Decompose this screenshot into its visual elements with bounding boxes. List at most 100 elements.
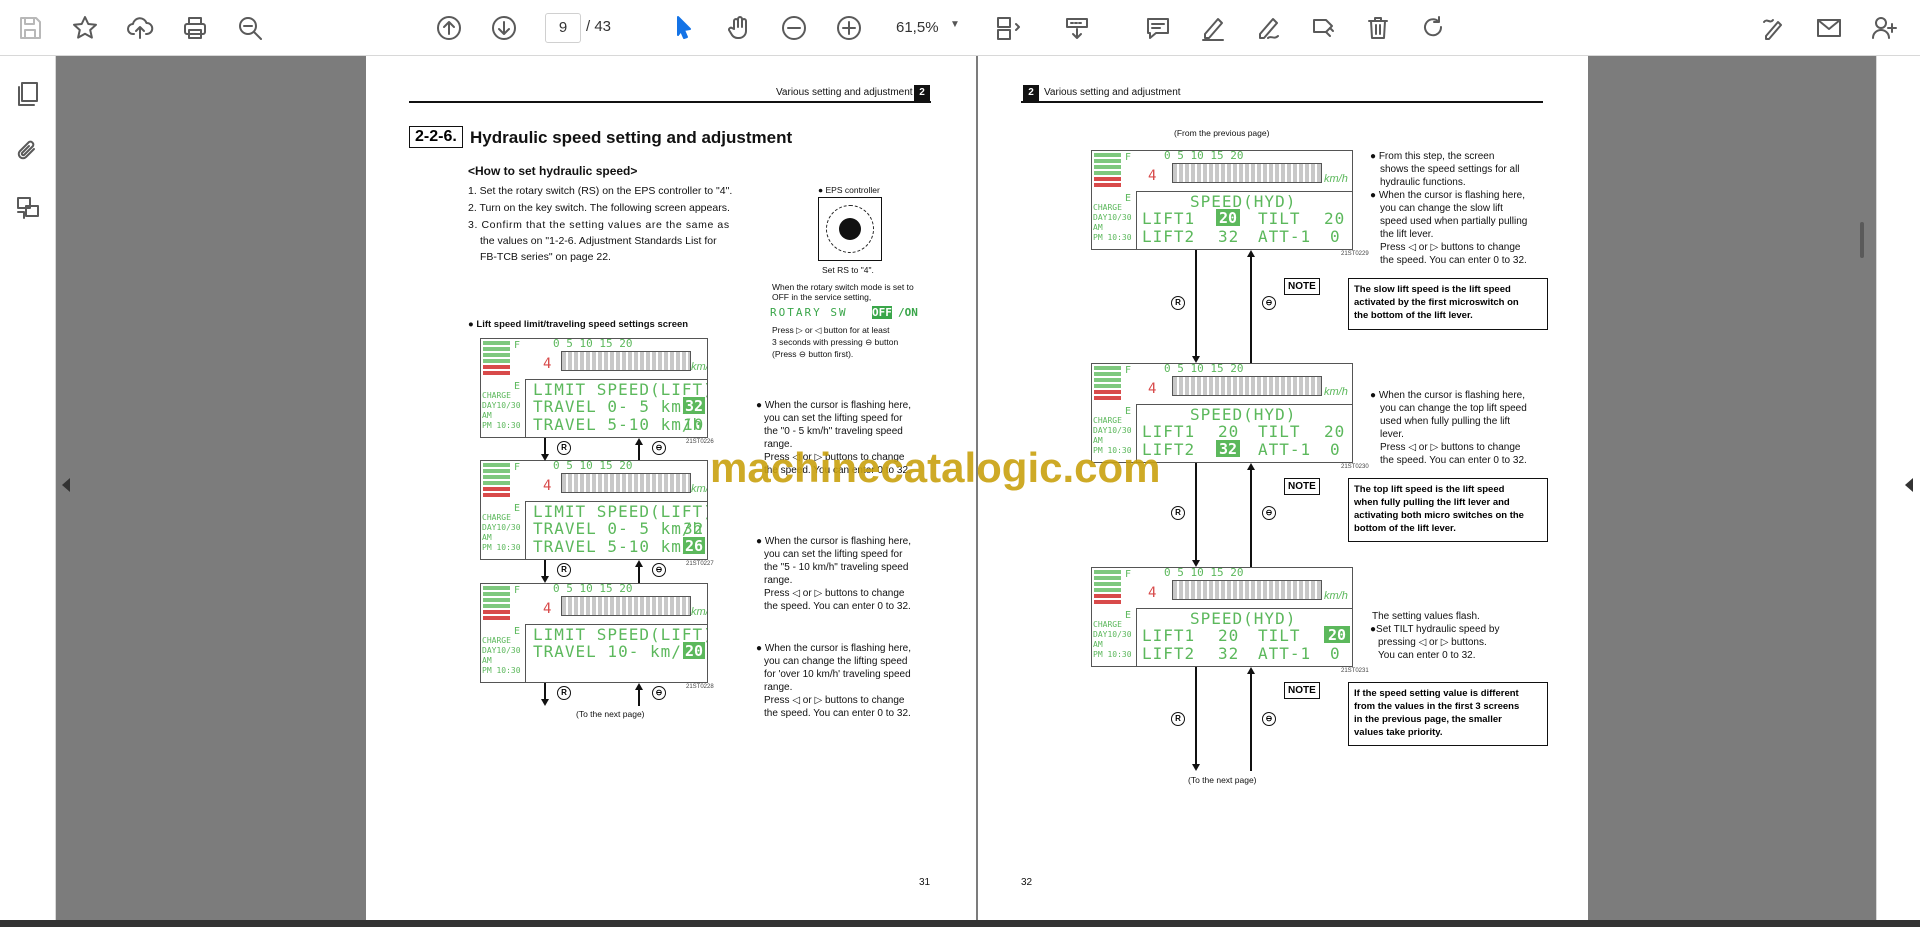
highlighted-value: 20 [1324, 626, 1350, 644]
hand-tool-icon[interactable] [721, 10, 757, 46]
r-button-icon: R [1171, 296, 1185, 310]
select-cursor-icon[interactable] [666, 10, 702, 46]
expand-right-panel-icon[interactable] [1905, 478, 1913, 492]
scroll-mode-icon[interactable] [1059, 10, 1095, 46]
header-rule [1021, 101, 1543, 103]
prev-page-icon[interactable] [431, 10, 467, 46]
chapter-badge: 2 [1023, 85, 1039, 101]
print-icon[interactable] [177, 10, 213, 46]
note-label: NOTE [1284, 682, 1320, 699]
section-number: 2-2-6. [409, 126, 463, 148]
minus-button-icon: ⊖ [1262, 712, 1276, 726]
highlighted-value: 26 [683, 537, 705, 555]
figure-code: 21ST0231 [1341, 668, 1369, 674]
rotary-sw-display: ROTARY SW [770, 306, 848, 319]
rs-caption: Set RS to "4". [822, 265, 874, 275]
lcd-hyd-screen-3: FE 0 5 10 15 20 4 km/h CHARGE DAY10/30 AM P… [1091, 567, 1353, 667]
description-block: The setting values flash. ●Set TILT hydra… [1370, 611, 1500, 661]
minus-button-icon: ⊖ [1262, 296, 1276, 310]
zoom-out-icon[interactable] [776, 10, 812, 46]
bookmark-star-icon[interactable] [67, 10, 103, 46]
page-number: 31 [919, 877, 931, 888]
press-instruction: 3 seconds with pressing ⊖ button [772, 337, 899, 347]
layers-icon[interactable] [10, 190, 46, 226]
chevron-down-icon: ▼ [950, 19, 960, 30]
note-box: The top lift speed is the lift speed when… [1348, 478, 1548, 542]
figure-code: 21ST0228 [686, 684, 714, 690]
zoom-value: 61,5% [896, 19, 939, 36]
figure-code: 21ST0227 [686, 561, 714, 567]
scrollbar-thumb[interactable] [1860, 222, 1864, 258]
running-header: Various setting and adjustment [1044, 87, 1181, 98]
delete-trash-icon[interactable] [1360, 10, 1396, 46]
rotate-redo-icon[interactable] [1415, 10, 1451, 46]
rotary-switch-diagram [818, 197, 882, 261]
r-button-icon: R [1171, 712, 1185, 726]
page-number-input[interactable]: 9 [545, 13, 581, 43]
highlighted-value: 32 [683, 397, 705, 415]
highlighted-value: 20 [1216, 209, 1240, 227]
highlighted-value: 20 [683, 642, 705, 660]
description-block: ● When the cursor is flashing here, you c… [1370, 390, 1527, 466]
minus-button-icon: ⊖ [1262, 506, 1276, 520]
minus-button-icon: ⊖ [652, 563, 666, 577]
zoom-search-icon[interactable] [232, 10, 268, 46]
rotary-off-value: OFF [872, 306, 892, 319]
figure-code: 21ST0229 [1341, 251, 1369, 257]
press-instruction: (Press ⊖ button first). [772, 349, 854, 359]
r-button-icon: R [557, 686, 571, 700]
sign-edit-icon[interactable] [1756, 10, 1792, 46]
header-rule [409, 101, 931, 103]
page-number: 32 [1021, 877, 1033, 888]
from-previous-note: (From the previous page) [1174, 128, 1270, 138]
next-page-note: (To the next page) [1188, 775, 1257, 785]
draw-pen-icon[interactable] [1250, 10, 1286, 46]
lcd-hyd-screen-1: FE 0 5 10 15 20 4 km/h CHARGE DAY10/30 AM P… [1091, 150, 1353, 250]
step-text: FB-TCB series" on page 22. [480, 251, 611, 263]
eps-label: ● EPS controller [818, 185, 880, 195]
r-button-icon: R [557, 441, 571, 455]
step-text: the values on "1-2-6. Adjustment Standar… [480, 235, 717, 247]
lcd-screen-1: FE 0 5 10 15 20 4 km/h CHARGEDAY10/30AMP… [480, 338, 708, 438]
left-navigation-rail [0, 56, 56, 927]
note-box: The slow lift speed is the lift speed act… [1348, 278, 1548, 330]
minus-button-icon: ⊖ [652, 441, 666, 455]
figure-code: 21ST0230 [1341, 464, 1369, 470]
screen-caption: ● Lift speed limit/traveling speed setti… [468, 319, 689, 330]
step-text: 3. Confirm that the setting values are t… [468, 219, 730, 231]
running-header: Various setting and adjustment [776, 87, 913, 98]
note-label: NOTE [1284, 478, 1320, 495]
note-label: NOTE [1284, 278, 1320, 295]
zoom-dropdown[interactable]: 61,5% ▼ [888, 16, 968, 40]
page-total-label: / 43 [586, 18, 612, 35]
rotary-note: OFF in the service setting, [772, 292, 872, 302]
rotary-note: When the rotary switch mode is set to [772, 282, 914, 292]
page-display-icon[interactable] [990, 10, 1026, 46]
attachment-paperclip-icon[interactable] [10, 133, 46, 169]
next-page-icon[interactable] [486, 10, 522, 46]
rotary-on-value: /ON [898, 306, 918, 319]
description-block: ● From this step, the screen shows the sp… [1370, 151, 1528, 266]
r-button-icon: R [557, 563, 571, 577]
add-user-icon[interactable] [1866, 10, 1902, 46]
right-tools-rail [1876, 56, 1920, 927]
watermark-text: machinecatalogic.com [710, 444, 1161, 491]
zoom-in-icon[interactable] [831, 10, 867, 46]
email-icon[interactable] [1811, 10, 1847, 46]
highlighted-value: 32 [1216, 440, 1240, 458]
stamp-icon[interactable] [1305, 10, 1341, 46]
cloud-upload-icon[interactable] [122, 10, 158, 46]
toolbar: 9 / 43 61,5% ▼ [0, 0, 1920, 56]
r-button-icon: R [1171, 506, 1185, 520]
collapse-left-panel-icon[interactable] [62, 478, 70, 492]
comment-icon[interactable] [1140, 10, 1176, 46]
chapter-badge: 2 [914, 85, 930, 101]
save-icon[interactable] [12, 10, 48, 46]
page-thumbnails-icon[interactable] [10, 76, 46, 112]
minus-button-icon: ⊖ [652, 686, 666, 700]
step-text: 2. Turn on the key switch. The following… [468, 202, 730, 214]
description-block: ● When the cursor is flashing here, you c… [756, 643, 912, 719]
note-box: If the speed setting value is different f… [1348, 682, 1548, 746]
lcd-screen-2: FE 0 5 10 15 20 4 km/h CHARGEDAY10/30AMP… [480, 460, 708, 560]
highlight-pen-icon[interactable] [1195, 10, 1231, 46]
